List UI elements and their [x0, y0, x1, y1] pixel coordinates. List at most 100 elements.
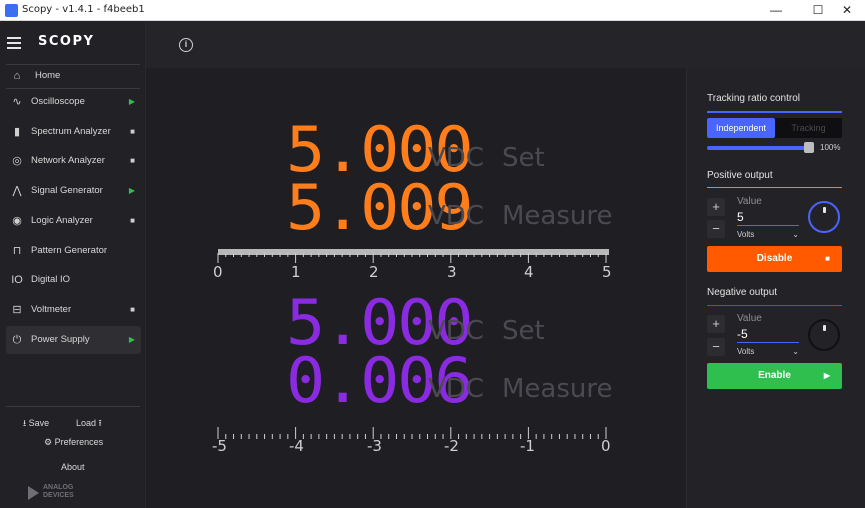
signal-generator-icon: ⋀: [12, 185, 22, 197]
tracking-title: Tracking ratio control: [707, 93, 800, 104]
positive-value-input[interactable]: 5: [737, 210, 799, 226]
negative-scale-label: 0: [601, 437, 611, 455]
negative-scale-label: -2: [444, 437, 459, 455]
sidebar-item-home[interactable]: ⌂ Home: [6, 62, 141, 90]
negative-measure-unit: VDC: [428, 374, 484, 404]
menu-icon[interactable]: [7, 37, 21, 49]
positive-value-label: Value: [737, 196, 762, 207]
stop-indicator-icon[interactable]: ■: [130, 156, 135, 166]
chevron-down-icon: ⌄: [792, 230, 799, 239]
sidebar-item-logic-analyzer[interactable]: ◉ Logic Analyzer ■: [6, 207, 141, 235]
sidebar-item-digital-io[interactable]: IO Digital IO: [6, 266, 141, 294]
oscilloscope-icon: ∿: [12, 96, 22, 108]
scopy-app-icon: [5, 4, 18, 17]
tracking-underline: [707, 111, 842, 113]
positive-increment-button[interactable]: +: [707, 198, 725, 216]
window-title: Scopy - v1.4.1 - f4beeb1: [22, 4, 145, 15]
negative-scale-ticks: [217, 427, 607, 439]
negative-decrement-button[interactable]: −: [707, 338, 725, 356]
home-icon: ⌂: [13, 70, 21, 82]
logic-analyzer-icon: ◉: [12, 215, 22, 227]
minimize-button[interactable]: —: [758, 0, 794, 21]
sidebar-item-label: Oscilloscope: [31, 96, 85, 107]
top-toolbar: i: [146, 21, 865, 68]
tracking-ratio-slider-handle[interactable]: [804, 142, 814, 153]
stop-indicator-icon[interactable]: ■: [130, 216, 135, 226]
sidebar-item-spectrum-analyzer[interactable]: ▮ Spectrum Analyzer ■: [6, 118, 141, 146]
load-icon: ⭱: [98, 418, 102, 428]
power-supply-main: i 5.000 VDC Set 5.009 VDC Measure 0 1 2 …: [146, 21, 865, 508]
tracking-option[interactable]: Tracking: [775, 118, 842, 138]
positive-set-tag: Set: [502, 143, 545, 173]
sidebar-item-label: Digital IO: [31, 274, 71, 285]
negative-scale-label: -3: [367, 437, 382, 455]
sidebar-item-network-analyzer[interactable]: ◎ Network Analyzer ■: [6, 147, 141, 175]
window-titlebar: Scopy - v1.4.1 - f4beeb1 — ☐ ✕: [0, 0, 865, 21]
close-button[interactable]: ✕: [829, 0, 865, 21]
positive-unit-select[interactable]: Volts ⌄: [737, 230, 799, 239]
negative-value-input[interactable]: -5: [737, 327, 799, 343]
negative-set-unit: VDC: [428, 316, 484, 346]
positive-scale-label: 0: [213, 263, 223, 281]
sidebar-item-label: Signal Generator: [31, 185, 103, 196]
gear-icon: ⚙: [44, 437, 53, 447]
negative-value-label: Value: [737, 313, 762, 324]
sidebar-item-label: Network Analyzer: [31, 155, 105, 166]
network-analyzer-icon: ◎: [12, 155, 22, 167]
play-icon: ▶: [823, 371, 830, 380]
digital-io-icon: IO: [11, 274, 23, 286]
positive-scale-label: 2: [369, 263, 379, 281]
sidebar-item-label: Home: [35, 70, 61, 81]
voltmeter-icon: ⊟: [12, 304, 22, 316]
save-button[interactable]: ⭳ Save: [23, 416, 49, 432]
run-indicator-icon[interactable]: ▶: [129, 97, 135, 107]
load-button[interactable]: Load ⭱: [76, 416, 102, 432]
positive-scale-label: 4: [524, 263, 534, 281]
about-button[interactable]: About: [61, 462, 85, 472]
pattern-generator-icon: ⊓: [12, 245, 22, 257]
sidebar-item-oscilloscope[interactable]: ∿ Oscilloscope ▶: [6, 88, 141, 116]
sidebar-item-label: Spectrum Analyzer: [31, 126, 111, 137]
sidebar-item-label: Power Supply: [31, 334, 90, 345]
run-indicator-icon[interactable]: ▶: [129, 186, 135, 196]
brand-logo: SCOPY: [38, 34, 95, 49]
info-icon[interactable]: i: [179, 38, 193, 52]
stop-indicator-icon[interactable]: ■: [130, 305, 135, 315]
positive-measure-unit: VDC: [428, 201, 484, 231]
sidebar-item-signal-generator[interactable]: ⋀ Signal Generator ▶: [6, 177, 141, 205]
negative-enable-button[interactable]: Enable ▶: [707, 363, 842, 389]
negative-output-underline: [707, 305, 842, 306]
negative-output-title: Negative output: [707, 287, 778, 298]
sidebar-item-voltmeter[interactable]: ⊟ Voltmeter ■: [6, 296, 141, 324]
preferences-button[interactable]: ⚙ Preferences: [44, 437, 103, 448]
independent-option[interactable]: Independent: [707, 118, 775, 138]
positive-scale-label: 3: [447, 263, 457, 281]
positive-measure-tag: Measure: [502, 201, 613, 231]
sidebar: SCOPY ⌂ Home ∿ Oscilloscope ▶ ▮ Spectrum…: [0, 21, 146, 508]
positive-output-title: Positive output: [707, 170, 773, 181]
negative-scale-label: -4: [289, 437, 304, 455]
negative-scale-label: -5: [212, 437, 227, 455]
analog-devices-logo: ANALOG DEVICES: [28, 483, 84, 503]
positive-decrement-button[interactable]: −: [707, 220, 725, 238]
stop-icon: ■: [825, 254, 830, 263]
sidebar-item-label: Logic Analyzer: [31, 215, 93, 226]
power-supply-icon: ⏻: [12, 334, 22, 346]
negative-increment-button[interactable]: +: [707, 315, 725, 333]
tracking-ratio-slider[interactable]: [707, 146, 812, 150]
negative-scale-label: -1: [520, 437, 535, 455]
sidebar-item-label: Voltmeter: [31, 304, 72, 315]
positive-disable-button[interactable]: Disable ■: [707, 246, 842, 272]
negative-unit-select[interactable]: Volts ⌄: [737, 347, 799, 356]
stop-indicator-icon[interactable]: ■: [130, 127, 135, 137]
negative-value-knob[interactable]: [808, 319, 840, 351]
tracking-mode-toggle[interactable]: Independent Tracking: [707, 118, 842, 138]
sidebar-item-power-supply[interactable]: ⏻ Power Supply ▶: [6, 326, 141, 354]
sidebar-item-pattern-generator[interactable]: ⊓ Pattern Generator: [6, 237, 141, 265]
positive-value-knob[interactable]: [808, 201, 840, 233]
save-icon: ⭳: [23, 418, 27, 428]
run-indicator-icon[interactable]: ▶: [129, 335, 135, 345]
divider: [6, 406, 140, 407]
positive-set-unit: VDC: [428, 143, 484, 173]
negative-set-tag: Set: [502, 316, 545, 346]
